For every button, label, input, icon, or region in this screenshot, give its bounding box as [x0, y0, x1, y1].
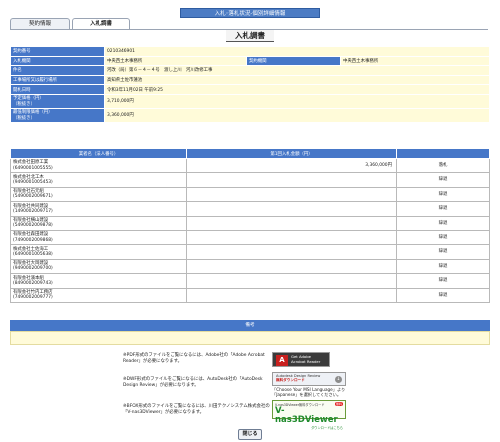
planned-price-label: 予定価格（円） （税抜き） — [10, 93, 105, 109]
bidder-corp-number: (8490002009743) — [13, 280, 53, 286]
bidder-corp-number: (7490002009777) — [13, 295, 53, 301]
bidder-cell: 株式会社北工木 (9490001005453) — [10, 172, 187, 188]
notes-header: 備考 — [10, 320, 490, 331]
bid-office-value: 中央西土木事務所 — [104, 55, 247, 67]
contract-info-table: 契約番号 0210346901 入札機関 中央西土木事務所 契約機関 中央西土木… — [10, 46, 490, 123]
tab-contract-info[interactable]: 契約情報 — [10, 18, 70, 29]
tab-bid-record[interactable]: 入札調書 — [72, 18, 130, 29]
free-badge: 無料 — [334, 402, 343, 406]
vnas-logo-title: V-nas3DViewer — [275, 406, 338, 425]
bidder-corp-number: (6490001005555) — [13, 165, 53, 171]
contract-no-value: 0210346901 — [104, 46, 490, 57]
location-label: 工事場所又は履行場所 — [10, 74, 105, 86]
contract-no-label: 契約番号 — [10, 46, 105, 57]
open-date-label: 開札日時 — [10, 84, 105, 95]
bidder-column-header: 業者名（法人番号） — [10, 148, 187, 159]
contract-office-label: 契約機関 — [246, 55, 341, 67]
table-row: 有限会社大岡建設 (9490002009700) 辞退 — [10, 258, 490, 275]
table-row: 株式会社土佐海工 (6490001005638) 辞退 — [10, 244, 490, 260]
bid-amount — [186, 229, 397, 246]
bid-result: 辞退 — [396, 229, 490, 246]
bidder-corp-number: (9490002009700) — [13, 266, 53, 272]
bidder-corp-number: (1490002009717) — [13, 208, 53, 214]
bid-result: 辞退 — [396, 172, 490, 188]
bidder-cell: 株式会社土佐海工 (6490001005638) — [10, 244, 187, 260]
min-price-label: 最低制限価格（円） （税抜き） — [10, 107, 105, 123]
bidder-cell: 有限会社森田建設 (7490002009868) — [10, 229, 187, 246]
table-row: 株式会社北工木 (9490001005453) 辞退 — [10, 172, 490, 188]
table-row: 有限会社竹内工務店 (7490002009777) 辞退 — [10, 287, 490, 303]
bid-amount: 3,360,000円 — [186, 157, 397, 174]
bid-amount — [186, 258, 397, 275]
bidder-cell: 有限会社竹内工務店 (7490002009777) — [10, 287, 187, 303]
result-column-header — [396, 148, 490, 159]
table-row: 有限会社共同建設 (1490002009717) 辞退 — [10, 201, 490, 217]
notes-body — [10, 331, 490, 345]
bidder-corp-number: (7490002009868) — [13, 237, 53, 243]
table-row: 株式会社田原工業 (6490001005555) 3,360,000円 落札 — [10, 157, 490, 174]
bid-amount — [186, 172, 397, 188]
bidder-corp-number: (5490002009878) — [13, 223, 53, 229]
open-date-value: 令和3年11月02日 午前9:25 — [104, 84, 490, 95]
amount-column-header: 第1回入札金額（円） — [186, 148, 397, 159]
bid-result: 辞退 — [396, 215, 490, 231]
table-row: 有限会社横山建設 (5490002009878) 辞退 — [10, 215, 490, 231]
bfox-download-note: ※BFOX形式のファイルをご覧になるには、川田テクノシステム株式会社の「V-na… — [123, 404, 270, 415]
dwf-download-note: ※DWF形式のファイルをご覧になるには、AutoDesk社の「AutoDesk … — [123, 377, 263, 388]
bid-amount — [186, 201, 397, 217]
page-title: 入札調書 — [226, 30, 274, 42]
bid-amount — [186, 287, 397, 303]
autodesk-design-review-link[interactable]: Autodesk Design Review 無料ダウンロード ↓ — [272, 372, 346, 386]
bidder-cell: 株式会社田原工業 (6490001005555) — [10, 157, 187, 174]
bid-result: 辞退 — [396, 186, 490, 203]
location-value: 高知県土佐市蓮池 — [104, 74, 490, 86]
bid-amount — [186, 215, 397, 231]
planned-price-value: 3,710,000円 — [104, 93, 490, 109]
bid-result: 辞退 — [396, 273, 490, 289]
bid-amount — [186, 273, 397, 289]
acrobat-icon: A — [276, 355, 288, 366]
bidder-cell: 有限会社大岡建設 (9490002009700) — [10, 258, 187, 275]
project-name-label: 件名 — [10, 65, 105, 76]
autodesk-logo-sub: 無料ダウンロード — [276, 378, 305, 383]
bidder-cell: 有限会社横山建設 (5490002009878) — [10, 215, 187, 231]
bidder-cell: 有限会社石元組 (5490002009671) — [10, 186, 187, 203]
bid-office-label: 入札機関 — [10, 55, 105, 67]
vnas-viewer-link[interactable]: 無料 V-nas3DViewer無料ダウンロード V-nas3DViewer ダ… — [272, 400, 346, 430]
bid-result: 辞退 — [396, 258, 490, 275]
table-row: 有限会社森田建設 (7490002009868) 辞退 — [10, 229, 490, 246]
bidder-cell: 有限会社濱本組 (8490002009743) — [10, 273, 187, 289]
close-button[interactable]: 閉じる — [238, 429, 262, 440]
contract-office-value: 中央西土木事務所 — [340, 55, 490, 67]
project-name-value: 河改（局）第６－４－４号 渡し上川 河川改修工事 — [104, 65, 490, 76]
bid-amount — [186, 244, 397, 260]
table-row: 有限会社石元組 (5490002009671) 辞退 — [10, 186, 490, 203]
bid-amount — [186, 186, 397, 203]
bid-result: 辞退 — [396, 287, 490, 303]
bidder-corp-number: (5490002009671) — [13, 194, 53, 200]
bidder-cell: 有限会社共同建設 (1490002009717) — [10, 201, 187, 217]
table-row: 有限会社濱本組 (8490002009743) 辞退 — [10, 273, 490, 289]
bidder-corp-number: (6490001005638) — [13, 252, 53, 258]
dwf-language-note: 「Choose Your MSI Language」より「Japanese」を選… — [272, 387, 346, 398]
bid-result: 辞退 — [396, 244, 490, 260]
bidder-corp-number: (9490001005453) — [13, 180, 53, 186]
bid-results-table: 業者名（法人番号） 第1回入札金額（円） 株式会社田原工業 (6490001005… — [10, 148, 490, 303]
page-banner: 入札･落札状況-個別詳細情報 — [180, 8, 320, 18]
min-price-value: 3,360,000円 — [104, 107, 490, 123]
pdf-download-note: ※PDF形式のファイルをご覧になるには、Adobe社の「Adobe Acroba… — [123, 353, 265, 364]
bid-result: 辞退 — [396, 201, 490, 217]
acrobat-reader-link[interactable]: A Get Adobe Acrobat Reader — [272, 352, 330, 367]
bid-result: 落札 — [396, 157, 490, 174]
download-arrow-icon: ↓ — [335, 376, 342, 383]
acrobat-logo-sub: Acrobat Reader — [291, 358, 321, 364]
vnas-logo-sub: ダウンロードはこちら — [311, 426, 343, 430]
